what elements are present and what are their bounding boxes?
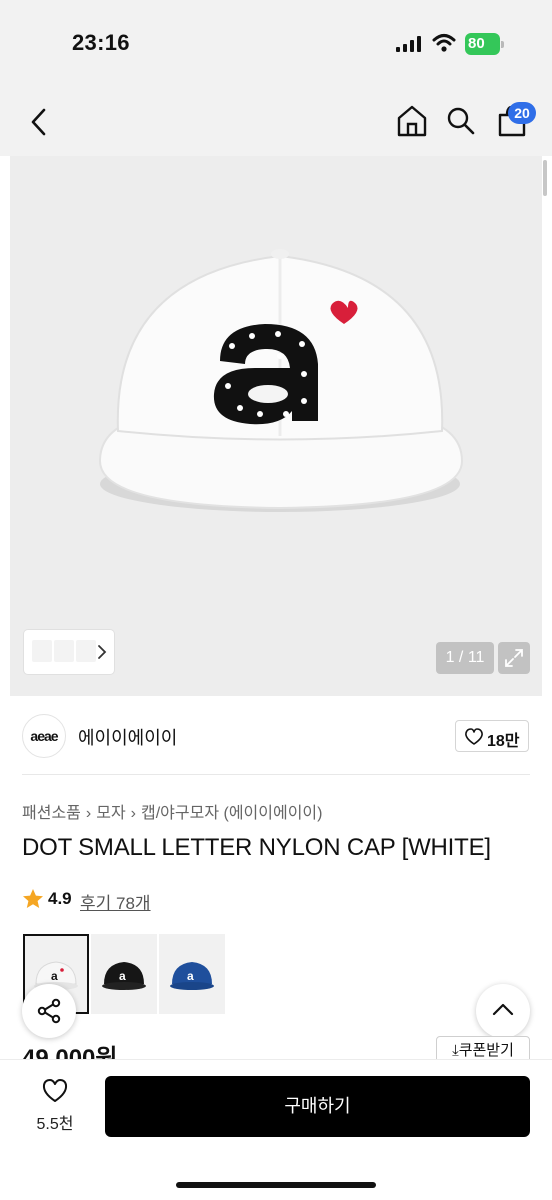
home-indicator	[176, 1182, 376, 1188]
product-title: DOT SMALL LETTER NYLON CAP [WHITE]	[22, 834, 491, 861]
battery-icon: 80	[465, 33, 505, 55]
review-count-link[interactable]: 후기 78개	[80, 889, 151, 914]
expand-icon[interactable]	[498, 642, 530, 674]
scrollbar[interactable]	[543, 160, 547, 196]
home-icon[interactable]	[396, 104, 428, 138]
product-price: 49,000원	[22, 1045, 118, 1062]
cart-count-badge: 20	[508, 102, 536, 124]
wifi-icon	[432, 34, 456, 52]
status-time: 23:16	[72, 30, 130, 55]
svg-text:a: a	[187, 969, 194, 983]
rating-score: 4.9	[48, 889, 72, 908]
buy-button[interactable]: 구매하기	[105, 1076, 530, 1137]
breadcrumb-item[interactable]: 모자	[96, 805, 125, 822]
product-image[interactable]: 1 / 11	[10, 156, 542, 696]
thumbnail-2[interactable]	[54, 640, 74, 662]
brand-like-button[interactable]: 18만	[455, 720, 529, 752]
thumbnail-3[interactable]	[76, 640, 96, 662]
star-icon	[23, 889, 43, 908]
cap-thumbnail: a	[102, 962, 146, 990]
back-icon[interactable]	[24, 104, 54, 140]
chevron-right-icon: ›	[85, 805, 92, 822]
image-counter: 1 / 11	[436, 642, 494, 674]
svg-text:a: a	[51, 969, 58, 983]
breadcrumb-item[interactable]: 캡/야구모자 (에이이에이이)	[141, 805, 322, 822]
thumbnail-1[interactable]	[32, 640, 52, 662]
chevron-right-icon[interactable]	[96, 642, 108, 662]
color-swatch-blue[interactable]: a	[159, 934, 225, 1014]
wishlist-button[interactable]: 5.5천	[26, 1078, 84, 1138]
bottom-action-bar: 5.5천 구매하기	[0, 1060, 552, 1200]
top-navigation: 20	[0, 90, 552, 156]
heart-icon	[42, 1079, 68, 1102]
signal-icon	[396, 36, 421, 52]
thumbnail-strip[interactable]	[24, 630, 114, 674]
cap-photo	[98, 249, 464, 512]
brand-name[interactable]: 에이이에이이	[78, 724, 177, 750]
share-icon	[37, 998, 61, 1024]
status-bar: 23:16 80	[0, 0, 552, 90]
battery-level: 80	[468, 35, 485, 52]
brand-like-count: 18만	[487, 733, 520, 750]
color-swatch-black[interactable]: a	[91, 934, 157, 1014]
svg-text:a: a	[119, 969, 126, 983]
heart-icon	[465, 728, 483, 745]
brand-logo[interactable]: aeae	[22, 714, 66, 758]
chevron-up-icon	[492, 1003, 514, 1016]
share-button[interactable]	[22, 984, 76, 1038]
cap-thumbnail: a	[170, 962, 214, 990]
divider	[22, 774, 530, 775]
search-icon[interactable]	[446, 106, 476, 136]
breadcrumb-item[interactable]: 패션소품	[22, 805, 81, 822]
chevron-right-icon: ›	[130, 805, 136, 822]
breadcrumb: 패션소품 › 모자 › 캡/야구모자 (에이이에이이)	[22, 799, 322, 823]
scroll-top-button[interactable]	[476, 984, 530, 1038]
wishlist-count: 5.5천	[36, 1116, 74, 1133]
